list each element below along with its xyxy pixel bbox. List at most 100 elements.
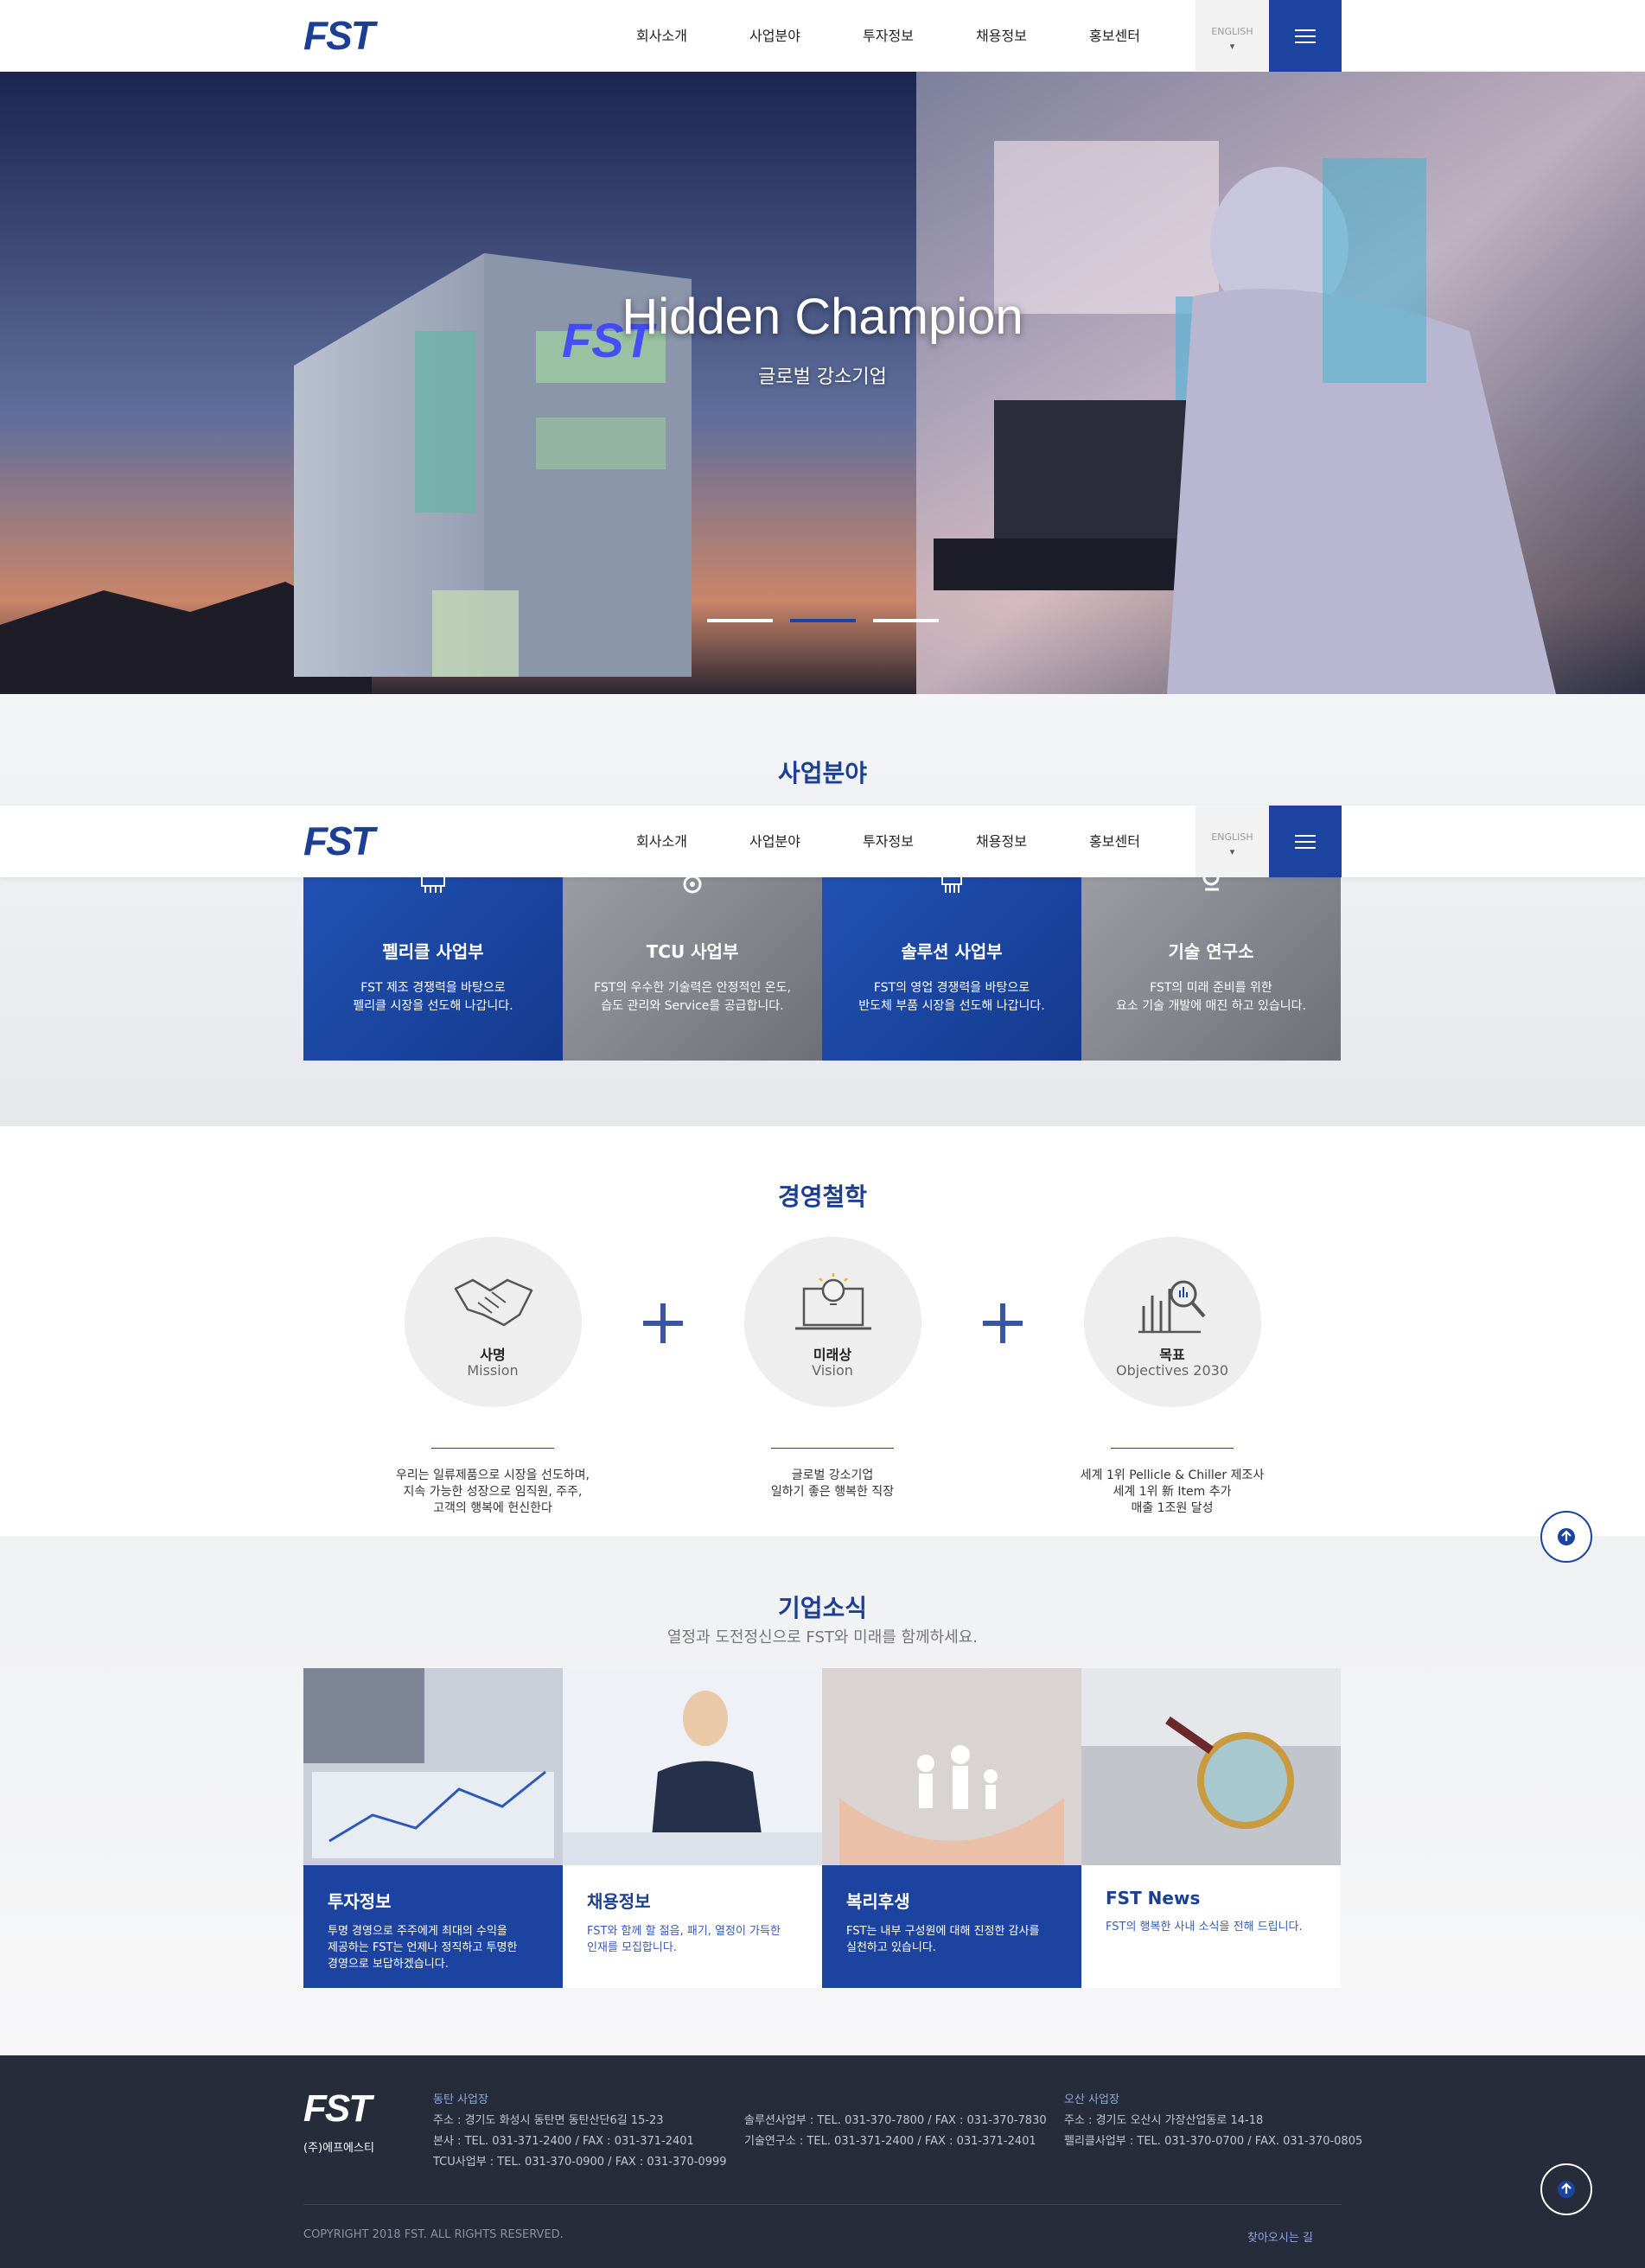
footer-osan-info: 주소 : 경기도 오산시 가장산업동로 14-18 펠리클사업부 : TEL. … bbox=[1064, 2114, 1363, 2148]
vision-desc: 글로벌 강소기업 일하기 좋은 행복한 직장 bbox=[770, 1468, 895, 1499]
business-card-name: 솔루션 사업부 bbox=[901, 941, 1003, 962]
footer-divider bbox=[303, 2204, 1342, 2205]
nav-item-recruit[interactable]: 채용정보 bbox=[945, 0, 1058, 72]
main-nav: 회사소개 사업분야 투자정보 채용정보 홍보센터 bbox=[605, 806, 1171, 877]
nav-item-investment[interactable]: 투자정보 bbox=[832, 806, 945, 877]
footer-solution-info: 솔루션사업부 : TEL. 031-370-7800 / FAX : 031-3… bbox=[744, 2114, 1047, 2148]
fst-news-image bbox=[1081, 1668, 1341, 1865]
site-footer: FST (주)에프에스티 동탄 사업장 주소 : 경기도 화성시 동탄면 동탄산… bbox=[0, 2055, 1645, 2268]
scroll-top-button[interactable] bbox=[1540, 1511, 1592, 1563]
philosophy-vision: 미래상 Vision 글로벌 강소기업 일하기 좋은 행복한 직장 bbox=[720, 1237, 945, 1500]
mission-circle: 사명 Mission bbox=[404, 1237, 582, 1407]
hero-slider: FST Hidden Champion 글로벌 강소기업 bbox=[0, 72, 1645, 694]
philosophy-mission: 사명 Mission 우리는 일류제품으로 시장을 선도하며, 지속 가능한 성… bbox=[380, 1237, 605, 1517]
language-label: ENGLISH bbox=[1211, 26, 1253, 37]
scroll-top-button-footer[interactable] bbox=[1540, 2163, 1592, 2215]
business-cards: 펠리클 사업부 FST 제조 경쟁력을 바탕으로 펠리클 시장을 선도해 나갑니… bbox=[303, 869, 1342, 1061]
business-card-name: 기술 연구소 bbox=[1168, 941, 1254, 962]
language-selector[interactable]: ENGLISH ▾ bbox=[1195, 806, 1269, 877]
hero-subtitle: 글로벌 강소기업 bbox=[758, 366, 887, 388]
plus-icon bbox=[983, 1303, 1023, 1343]
news-card-title: FST News bbox=[1106, 1888, 1201, 1908]
nav-item-recruit[interactable]: 채용정보 bbox=[945, 806, 1058, 877]
news-card-body: FST News FST의 행복한 사내 소식을 전해 드립니다. bbox=[1081, 1865, 1341, 1988]
news-card-desc: FST와 함께 할 젊음, 패기, 열정이 가득한 인재를 모집합니다. bbox=[587, 1925, 781, 1954]
arrow-up-icon bbox=[1558, 1528, 1575, 1545]
news-cards: 투자정보 투명 경영으로 주주에게 최대의 수익을 제공하는 FST는 언제나 … bbox=[303, 1668, 1342, 1988]
nav-item-company[interactable]: 회사소개 bbox=[605, 806, 718, 877]
menu-button[interactable] bbox=[1269, 806, 1342, 877]
news-card-body: 채용정보 FST와 함께 할 젊음, 패기, 열정이 가득한 인재를 모집합니다… bbox=[563, 1865, 822, 1988]
fst-logo[interactable]: FST bbox=[303, 821, 375, 861]
news-card-desc: 투명 경영으로 주주에게 최대의 수익을 제공하는 FST는 언제나 정직하고 … bbox=[328, 1925, 518, 1971]
news-subtitle: 열정과 도전정신으로 FST와 미래를 함께하세요. bbox=[666, 1628, 979, 1647]
mission-desc: 우리는 일류제품으로 시장을 선도하며, 지속 가능한 성장으로 임직원, 주주… bbox=[396, 1468, 590, 1515]
handshake-icon bbox=[454, 1278, 532, 1327]
nav-item-business[interactable]: 사업분야 bbox=[718, 806, 832, 877]
menu-button[interactable] bbox=[1269, 0, 1342, 72]
news-card-investment[interactable]: 투자정보 투명 경영으로 주주에게 최대의 수익을 제공하는 FST는 언제나 … bbox=[303, 1668, 563, 1988]
recruit-image bbox=[563, 1668, 822, 1865]
investment-image bbox=[303, 1668, 563, 1865]
business-card-pellicle[interactable]: 펠리클 사업부 FST 제조 경쟁력을 바탕으로 펠리클 시장을 선도해 나갑니… bbox=[303, 870, 563, 1061]
business-card-desc: FST 제조 경쟁력을 바탕으로 펠리클 시장을 선도해 나갑니다. bbox=[353, 981, 513, 1013]
vision-label-en: Vision bbox=[812, 1362, 853, 1379]
sticky-header: FST 회사소개 사업분야 투자정보 채용정보 홍보센터 ENGLISH ▾ bbox=[0, 806, 1645, 877]
news-card-body: 투자정보 투명 경영으로 주주에게 최대의 수익을 제공하는 FST는 언제나 … bbox=[303, 1865, 563, 1988]
divider bbox=[1111, 1448, 1234, 1449]
news-card-desc: FST의 행복한 사내 소식을 전해 드립니다. bbox=[1106, 1921, 1303, 1934]
news-card-title: 복리후생 bbox=[846, 1891, 910, 1912]
footer-logo: FST bbox=[303, 2087, 372, 2130]
nav-item-investment[interactable]: 투자정보 bbox=[832, 0, 945, 72]
news-card-welfare[interactable]: 복리후생 FST는 내부 구성원에 대해 진정한 감사를 실천하고 있습니다. bbox=[822, 1668, 1081, 1988]
news-card-title: 투자정보 bbox=[328, 1891, 392, 1912]
vision-label: 미래상 bbox=[813, 1347, 852, 1363]
main-nav: 회사소개 사업분야 투자정보 채용정보 홍보센터 bbox=[605, 0, 1171, 72]
business-card-desc: FST의 미래 준비를 위한 요소 기술 개발에 매진 하고 있습니다. bbox=[1116, 981, 1306, 1013]
objectives-desc: 세계 1위 Pellicle & Chiller 제조사 세계 1위 新 Ite… bbox=[1080, 1468, 1265, 1515]
slide-dot-3[interactable] bbox=[873, 619, 939, 622]
business-card-solution[interactable]: 솔루션 사업부 FST의 영업 경쟁력을 바탕으로 반도체 부품 시장을 선도해… bbox=[822, 870, 1081, 1061]
philosophy-objectives: 목표 Objectives 2030 세계 1위 Pellicle & Chil… bbox=[1060, 1237, 1285, 1517]
slide-dot-1[interactable] bbox=[707, 619, 773, 622]
business-title: 사업분야 bbox=[777, 759, 868, 787]
divider bbox=[431, 1448, 554, 1449]
laptop-idea-icon bbox=[794, 1273, 871, 1330]
news-card-desc: FST는 내부 구성원에 대해 진정한 감사를 실천하고 있습니다. bbox=[846, 1925, 1040, 1954]
business-card-name: TCU 사업부 bbox=[646, 941, 739, 962]
news-card-title: 채용정보 bbox=[587, 1891, 651, 1912]
footer-dongtan-info: 주소 : 경기도 화성시 동탄면 동탄산단6길 15-23 본사 : TEL. … bbox=[433, 2114, 727, 2169]
objectives-label-en: Objectives 2030 bbox=[1115, 1362, 1228, 1379]
business-card-name: 펠리클 사업부 bbox=[382, 941, 484, 962]
nav-item-pr-center[interactable]: 홍보센터 bbox=[1058, 0, 1171, 72]
news-card-fst-news[interactable]: FST News FST의 행복한 사내 소식을 전해 드립니다. bbox=[1081, 1668, 1341, 1988]
business-card-desc: FST의 우수한 기술력은 안정적인 온도, 습도 관리와 Service를 공… bbox=[594, 981, 791, 1013]
footer-osan-heading: 오산 사업장 bbox=[1064, 2093, 1119, 2106]
philosophy-section: 경영철학 사명 Mission 우리는 일류제품으로 시장을 선도하며, 지속 … bbox=[0, 1126, 1645, 1536]
directions-link[interactable]: 찾아오시는 길 bbox=[1247, 2228, 1313, 2245]
business-card-tcu[interactable]: TCU 사업부 FST의 우수한 기술력은 안정적인 온도, 습도 관리와 Se… bbox=[563, 875, 822, 1061]
divider bbox=[771, 1448, 894, 1449]
fst-logo[interactable]: FST bbox=[303, 16, 375, 55]
footer-dongtan-heading: 동탄 사업장 bbox=[433, 2093, 488, 2106]
business-section: 사업분야 펠리클 사업부 FST 제조 경쟁력을 바탕으로 펠리클 시장을 선도… bbox=[0, 694, 1645, 1126]
language-selector[interactable]: ENGLISH ▾ bbox=[1195, 0, 1269, 72]
hamburger-icon bbox=[1295, 834, 1316, 849]
hamburger-icon bbox=[1295, 29, 1316, 43]
business-card-desc: FST의 영업 경쟁력을 바탕으로 반도체 부품 시장을 선도해 나갑니다. bbox=[858, 981, 1045, 1013]
nav-item-pr-center[interactable]: 홍보센터 bbox=[1058, 806, 1171, 877]
philosophy-title: 경영철학 bbox=[777, 1182, 868, 1211]
business-card-rnd[interactable]: 기술 연구소 FST의 미래 준비를 위한 요소 기술 개발에 매진 하고 있습… bbox=[1081, 869, 1341, 1061]
news-card-recruit[interactable]: 채용정보 FST와 함께 할 젊음, 패기, 열정이 가득한 인재를 모집합니다… bbox=[563, 1668, 822, 1988]
site-header: FST 회사소개 사업분야 투자정보 채용정보 홍보센터 ENGLISH ▾ bbox=[0, 0, 1645, 72]
mission-label: 사명 bbox=[480, 1347, 506, 1363]
slide-dot-2[interactable] bbox=[790, 619, 856, 622]
mission-label-en: Mission bbox=[467, 1362, 519, 1379]
plus-icon bbox=[643, 1303, 683, 1343]
copyright-text: COPYRIGHT 2018 FST. ALL RIGHTS RESERVED. bbox=[303, 2228, 564, 2241]
chevron-down-icon: ▾ bbox=[1229, 846, 1235, 857]
nav-item-company[interactable]: 회사소개 bbox=[605, 0, 718, 72]
slider-pagination bbox=[707, 619, 939, 622]
nav-item-business[interactable]: 사업분야 bbox=[718, 0, 832, 72]
objectives-label: 목표 bbox=[1159, 1347, 1185, 1363]
